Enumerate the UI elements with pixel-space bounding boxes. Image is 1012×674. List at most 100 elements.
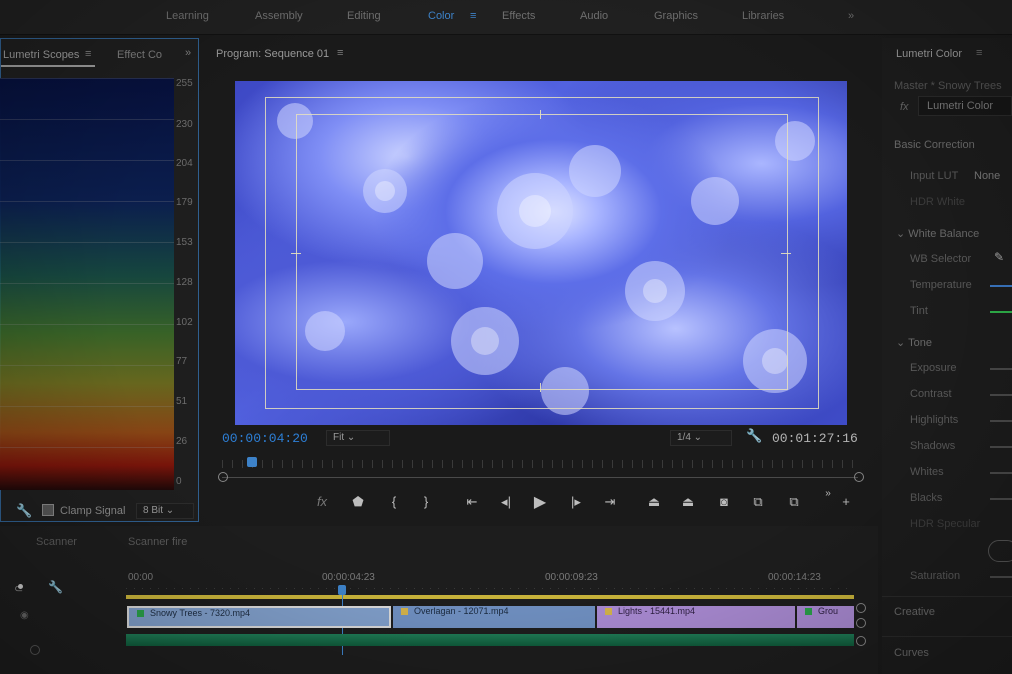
fit-select[interactable]: Fit ⌄	[326, 430, 390, 446]
resolution-select[interactable]: 1/4 ⌄	[670, 430, 732, 446]
lumetri-color-title: Lumetri Color	[896, 48, 963, 60]
tint-slider[interactable]	[990, 311, 1012, 313]
tab-scanner[interactable]: Scanner	[36, 536, 77, 548]
eyedropper-icon[interactable]: ✎	[994, 250, 1004, 264]
effect-select[interactable]: Lumetri Color	[918, 96, 1012, 116]
eye-icon[interactable]: ◉	[20, 610, 29, 621]
audio-track[interactable]	[126, 634, 854, 646]
compare-view-icon[interactable]: ⧉	[748, 494, 768, 510]
reset-button[interactable]	[988, 540, 1012, 562]
shadows-label: Shadows	[910, 440, 956, 452]
tab-effects[interactable]: Effects	[502, 10, 535, 22]
mark-in-icon[interactable]: {	[384, 494, 404, 509]
zoom-handle-right[interactable]	[854, 472, 864, 482]
creative-header[interactable]: Creative	[894, 606, 935, 618]
divider	[882, 636, 1012, 637]
tab-assembly[interactable]: Assembly	[255, 10, 303, 22]
mark-out-icon[interactable]: }	[416, 494, 436, 509]
tab-learning[interactable]: Learning	[166, 10, 209, 22]
center-tick-left	[291, 253, 301, 254]
timeline-wrench-icon[interactable]: 🔧	[48, 580, 63, 594]
extract-icon[interactable]: ⏏	[678, 494, 698, 510]
curves-header[interactable]: Curves	[894, 647, 929, 659]
more-workspaces-icon[interactable]: »	[848, 10, 854, 22]
tab-audio[interactable]: Audio	[580, 10, 608, 22]
tab-libraries[interactable]: Libraries	[742, 10, 784, 22]
program-video-frame[interactable]	[235, 81, 847, 425]
camera-icon[interactable]: ◙	[714, 494, 734, 509]
clamp-signal-checkbox[interactable]	[42, 504, 54, 516]
work-area-bar[interactable]	[126, 595, 854, 599]
title-safe-guide	[296, 114, 788, 390]
more-controls-icon[interactable]: »	[818, 488, 838, 499]
hdr-white-label: HDR White	[910, 196, 966, 208]
workspace-bar: Learning Assembly Editing Color ≡ Effect…	[0, 0, 1012, 35]
tab-editing[interactable]: Editing	[347, 10, 381, 22]
tab-graphics[interactable]: Graphics	[654, 10, 698, 22]
temperature-label: Temperature	[910, 279, 972, 291]
input-lut-select[interactable]: None	[974, 170, 1000, 182]
add-marker-icon[interactable]: ⬟	[348, 494, 368, 510]
step-back-icon[interactable]: ◂|	[496, 494, 516, 510]
fx-icon[interactable]: fx	[312, 494, 332, 509]
scope-scale-230: 230	[176, 119, 193, 130]
tab-lumetri-scopes[interactable]: Lumetri Scopes	[3, 49, 79, 61]
wrench-icon[interactable]: 🔧	[16, 503, 32, 519]
go-to-out-icon[interactable]: ⇥	[600, 494, 620, 510]
clip-snowy-trees[interactable]: Snowy Trees - 7320.mp4	[127, 606, 391, 628]
step-forward-icon[interactable]: |▸	[566, 494, 586, 510]
scope-scale-179: 179	[176, 197, 193, 208]
temperature-slider[interactable]	[990, 285, 1012, 287]
track-handle[interactable]	[856, 603, 866, 613]
go-to-in-icon[interactable]: ⇤	[462, 494, 482, 510]
track-handle[interactable]	[856, 618, 866, 628]
basic-correction-header[interactable]: Basic Correction	[894, 139, 975, 151]
saturation-slider[interactable]	[990, 576, 1012, 578]
tab-color-menu-icon[interactable]: ≡	[470, 10, 476, 22]
track-scroll-handle[interactable]	[30, 645, 40, 655]
clip-lights[interactable]: Lights - 15441.mp4	[597, 606, 795, 628]
scopes-menu-icon[interactable]: ≡	[85, 48, 91, 60]
whites-slider[interactable]	[990, 472, 1012, 474]
playhead[interactable]	[247, 457, 257, 467]
tone-header[interactable]: ⌄ Tone	[896, 336, 932, 349]
zoom-scrollbar[interactable]	[222, 477, 858, 478]
settings-wrench-icon[interactable]: 🔧	[746, 428, 762, 444]
program-monitor-title: Program: Sequence 01	[216, 48, 330, 60]
hdr-specular-label: HDR Specular	[910, 518, 981, 530]
program-menu-icon[interactable]: ≡	[337, 47, 343, 59]
scope-scale-26: 26	[176, 436, 188, 447]
scope-scale-102: 102	[176, 317, 193, 328]
highlights-slider[interactable]	[990, 420, 1012, 422]
current-timecode[interactable]: 00:00:04:20	[222, 431, 308, 446]
track-handle[interactable]	[856, 636, 866, 646]
bit-depth-select[interactable]: 8 Bit ⌄	[136, 503, 194, 519]
exposure-slider[interactable]	[990, 368, 1012, 370]
blacks-label: Blacks	[910, 492, 943, 504]
tab-scanner-fire[interactable]: Scanner fire	[128, 536, 187, 548]
tab-color[interactable]: Color	[428, 10, 454, 22]
ruler-label-3: 00:00:14:23	[768, 572, 821, 583]
white-balance-header[interactable]: ⌄ White Balance	[896, 227, 979, 240]
blacks-slider[interactable]	[990, 498, 1012, 500]
center-tick-top	[540, 110, 541, 119]
ruler-label-0: 00:00	[128, 572, 154, 583]
input-lut-label: Input LUT	[910, 170, 959, 182]
timeline-playhead[interactable]	[338, 585, 346, 595]
add-button-icon[interactable]: +	[836, 494, 856, 509]
lift-icon[interactable]: ⏏	[644, 494, 664, 510]
play-icon[interactable]: ▶	[530, 492, 550, 512]
tint-label: Tint	[910, 305, 928, 317]
tab-effect-controls[interactable]: Effect Co	[117, 49, 162, 61]
panel-overflow-icon[interactable]: »	[185, 47, 191, 59]
linked-selection-icon[interactable]	[18, 584, 23, 589]
fx-toggle-icon[interactable]: fx	[900, 101, 909, 113]
shadows-slider[interactable]	[990, 446, 1012, 448]
clip-grou[interactable]: Grou	[797, 606, 854, 628]
highlights-label: Highlights	[910, 414, 959, 426]
zoom-handle-left[interactable]	[218, 472, 228, 482]
lumetri-menu-icon[interactable]: ≡	[976, 47, 982, 59]
contrast-slider[interactable]	[990, 394, 1012, 396]
clip-overlagan[interactable]: Overlagan - 12071.mp4	[393, 606, 595, 628]
multicam-icon[interactable]: ⧉	[784, 494, 804, 510]
